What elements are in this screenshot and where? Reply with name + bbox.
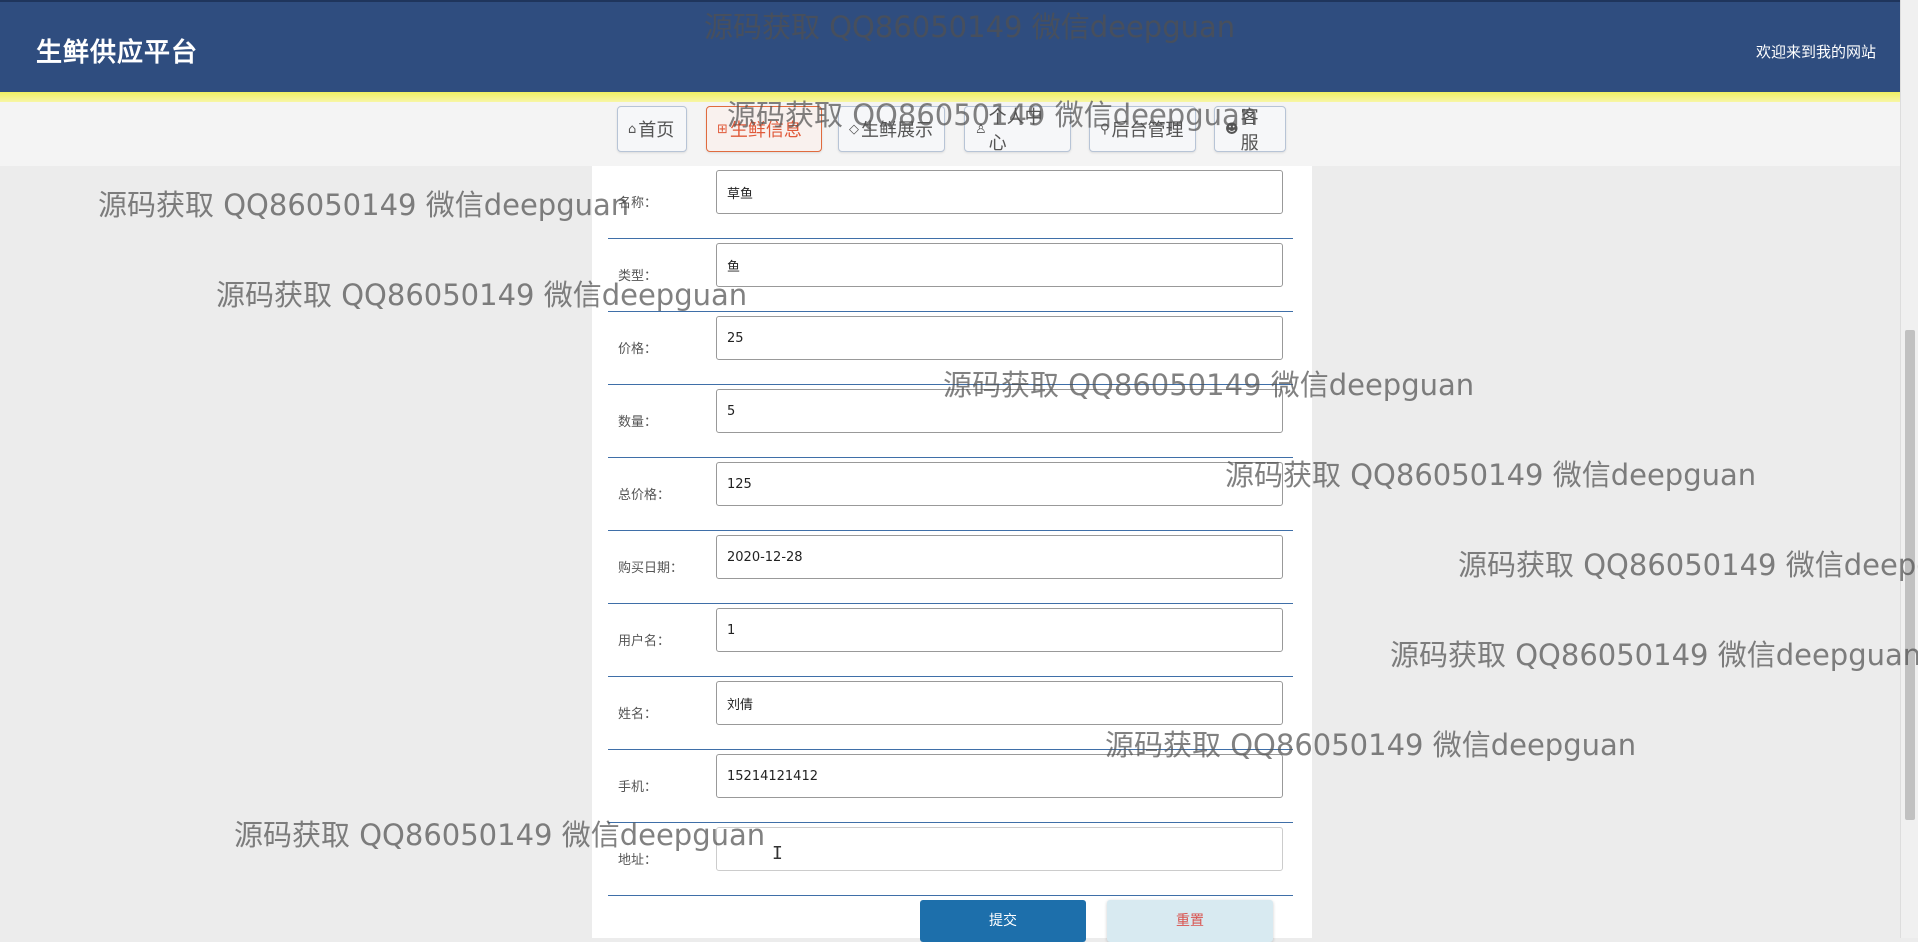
nav-label: 首页	[638, 120, 675, 141]
form-row-quantity: 数量：	[608, 385, 1293, 458]
field-label: 地址：	[618, 853, 658, 868]
chat-icon: ☻	[1225, 121, 1239, 137]
nav-customer-service[interactable]: ☻ 客服	[1214, 106, 1286, 154]
nav-label: 个人中心	[988, 107, 1043, 154]
accent-bar	[0, 92, 1900, 102]
home-icon: ⌂	[628, 121, 637, 137]
field-label: 姓名：	[618, 707, 658, 722]
form-row-name: 名称：	[608, 166, 1293, 239]
form-row-type: 类型：	[608, 239, 1293, 312]
field-label: 用户名：	[618, 634, 671, 649]
form-row-address: 地址：	[608, 823, 1293, 896]
nav-admin[interactable]: ⚲ 后台管理	[1089, 106, 1196, 152]
nav-label: 生鲜信息	[729, 120, 802, 141]
field-label: 总价格：	[618, 488, 671, 503]
grid-icon: ⊞	[717, 121, 728, 137]
site-title[interactable]: 生鲜供应平台	[36, 32, 198, 69]
field-label: 购买日期：	[618, 561, 684, 576]
nav-label: 客服	[1240, 107, 1259, 154]
watermark: 源码获取 QQ86050149 微信deepguan	[1458, 548, 1918, 582]
field-label: 名称：	[618, 196, 658, 211]
price-input[interactable]	[716, 316, 1283, 360]
field-label: 类型：	[618, 269, 658, 284]
field-label: 手机：	[618, 780, 658, 795]
name-input[interactable]	[716, 170, 1283, 214]
field-label: 价格：	[618, 342, 658, 357]
submit-button[interactable]: 提交	[920, 900, 1086, 942]
nav-home[interactable]: ⌂ 首页	[617, 106, 687, 152]
tag-icon: ◇	[849, 121, 859, 137]
scrollbar-thumb[interactable]	[1905, 330, 1915, 820]
purchase-date-input[interactable]	[716, 535, 1283, 579]
form-row-total-price: 总价格：	[608, 458, 1293, 531]
reset-button[interactable]: 重置	[1107, 900, 1273, 942]
nav-label: 生鲜展示	[861, 120, 933, 141]
type-input[interactable]	[716, 243, 1283, 287]
site-header: 生鲜供应平台 欢迎来到我的网站	[0, 0, 1900, 92]
quantity-input[interactable]	[716, 389, 1283, 433]
nav-personal-center[interactable]: ♙ 个人中心	[964, 106, 1071, 154]
nav-strip	[0, 102, 1900, 166]
username-input[interactable]	[716, 608, 1283, 652]
address-input[interactable]	[716, 827, 1283, 871]
form-row-username: 用户名：	[608, 604, 1293, 677]
link-icon: ⚲	[1100, 121, 1110, 137]
form-row-purchase-date: 购买日期：	[608, 531, 1293, 604]
welcome-text: 欢迎来到我的网站	[1755, 43, 1876, 61]
total-price-input[interactable]	[716, 462, 1283, 506]
form-row-price: 价格：	[608, 312, 1293, 385]
user-icon: ♙	[975, 121, 987, 137]
nav-fresh-display[interactable]: ◇ 生鲜展示	[838, 106, 945, 152]
form-row-full-name: 姓名：	[608, 677, 1293, 750]
form-row-phone: 手机：	[608, 750, 1293, 823]
nav-label: 后台管理	[1111, 120, 1184, 141]
watermark: 源码获取 QQ86050149 微信deepguan	[98, 188, 630, 222]
phone-input[interactable]	[716, 754, 1283, 798]
full-name-input[interactable]	[716, 681, 1283, 725]
page-scrollbar[interactable]	[1900, 0, 1918, 938]
text-cursor-icon: I	[772, 843, 783, 864]
field-label: 数量：	[618, 415, 658, 430]
watermark: 源码获取 QQ86050149 微信deepguan	[1390, 638, 1918, 672]
nav-fresh-info[interactable]: ⊞ 生鲜信息	[706, 106, 822, 152]
